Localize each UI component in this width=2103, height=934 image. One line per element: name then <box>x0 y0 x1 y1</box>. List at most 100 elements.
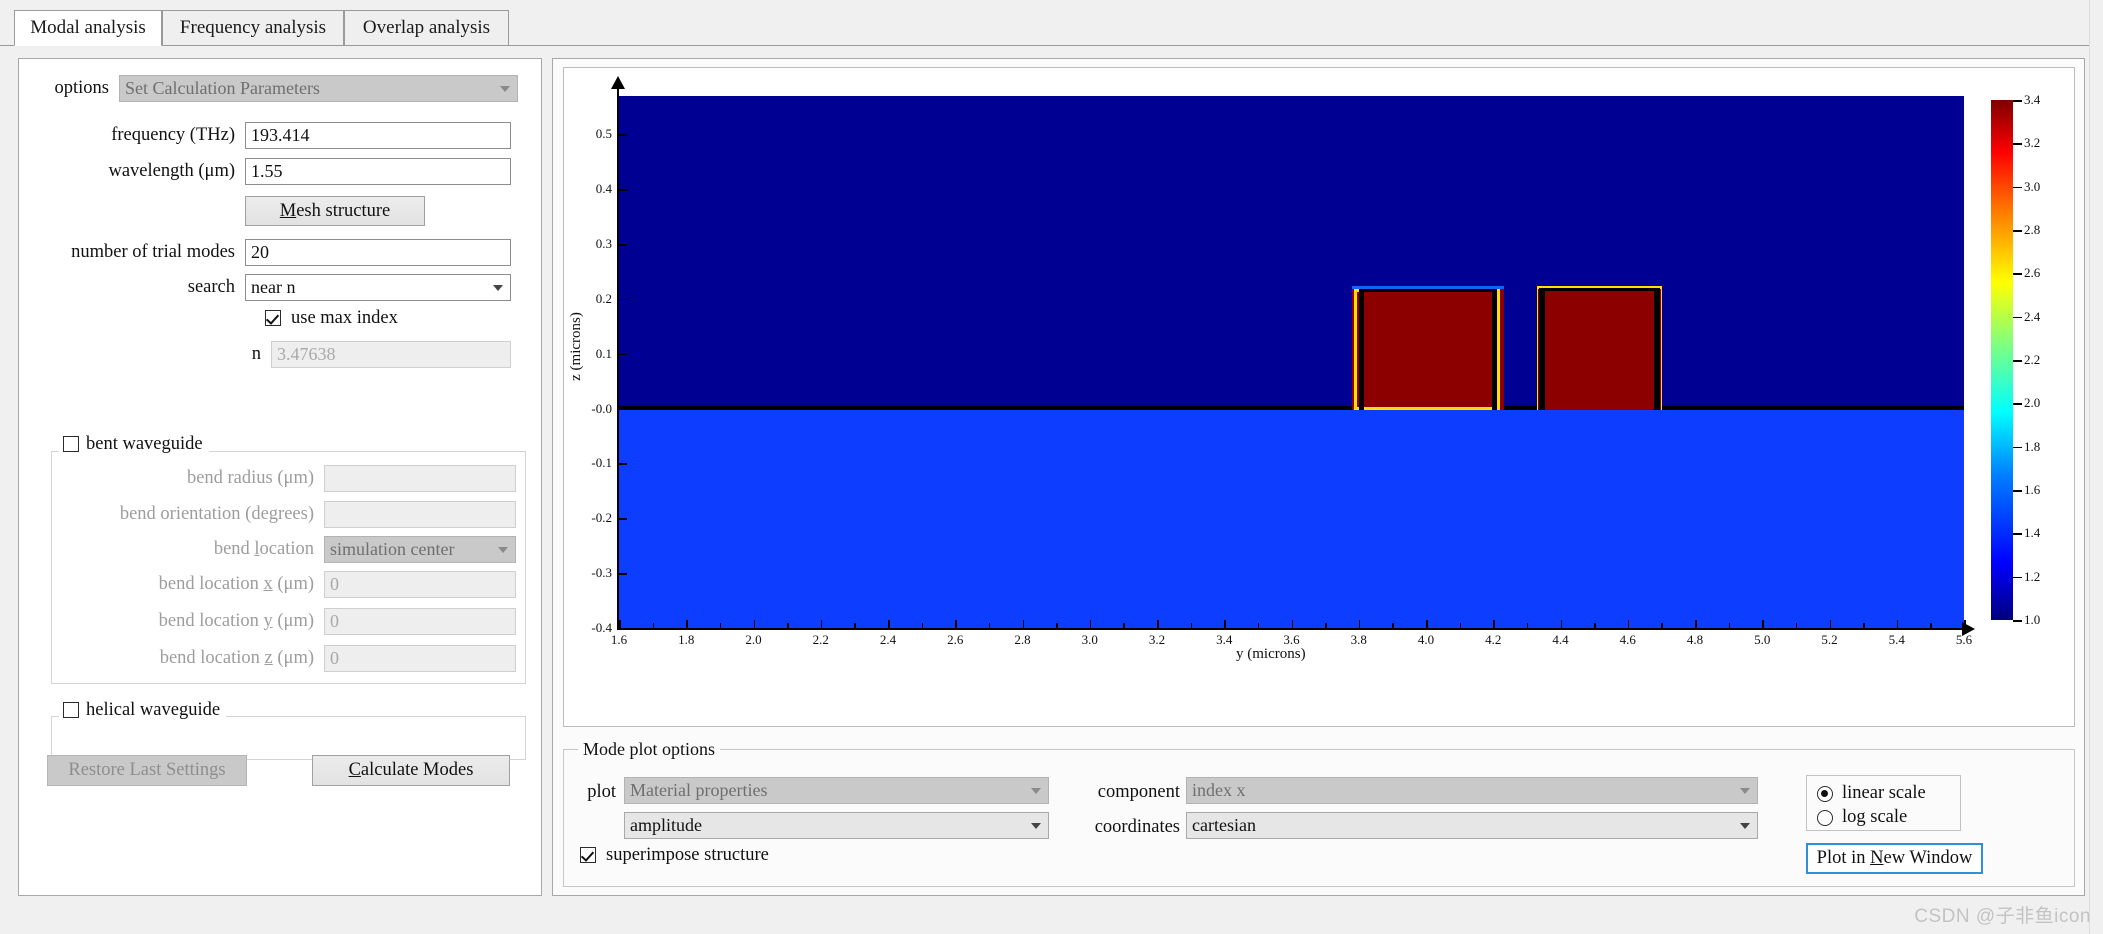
x-tick-label: 5.2 <box>1821 632 1838 647</box>
trial-modes-value: 20 <box>251 242 269 262</box>
waveguide-2-edge-right <box>1654 288 1660 410</box>
helical-waveguide-header[interactable]: helical waveguide <box>59 699 227 721</box>
amplitude-select-value: amplitude <box>630 815 702 835</box>
bent-waveguide-header[interactable]: bent waveguide <box>59 433 209 455</box>
region-cladding-air <box>619 96 1964 409</box>
colorbar-tick-label: 2.4 <box>2024 308 2041 324</box>
tab-modal-analysis-label: Modal analysis <box>30 17 146 38</box>
mesh-structure-button[interactable]: Mesh structure <box>245 196 425 226</box>
plot-select-value: Material properties <box>630 780 768 800</box>
frequency-input[interactable]: 193.414 <box>245 122 511 149</box>
bend-location-row: bend location simulation center <box>59 536 516 563</box>
y-tick <box>617 463 627 465</box>
chevron-down-icon <box>498 546 508 553</box>
log-scale-radio[interactable] <box>1817 809 1833 826</box>
x-tick-label: 5.4 <box>1888 632 1905 647</box>
superimpose-structure-checkbox[interactable] <box>580 847 596 864</box>
use-max-index-row[interactable]: use max index <box>265 309 398 328</box>
colorbar-tick-label: 2.2 <box>2024 352 2041 367</box>
restore-last-settings-button: Restore Last Settings <box>47 755 247 786</box>
coordinates-select[interactable]: cartesian <box>1186 812 1758 839</box>
y-tick <box>617 573 627 575</box>
colorbar-tick <box>2013 533 2022 535</box>
bend-location-select: simulation center <box>324 536 516 563</box>
colorbar-tick-label: 1.6 <box>2024 482 2041 497</box>
x-minor-tick <box>719 623 722 629</box>
helical-waveguide-checkbox[interactable] <box>63 702 79 718</box>
n-value: 3.47638 <box>277 344 336 364</box>
tab-frequency-analysis[interactable]: Frequency analysis <box>162 10 344 46</box>
bend-radius-row: bend radius (μm) <box>59 465 516 492</box>
x-minor-tick <box>921 623 924 629</box>
window-scroll-strip[interactable] <box>2089 0 2103 934</box>
options-label: options <box>54 78 109 99</box>
linear-scale-radio[interactable] <box>1817 785 1833 802</box>
y-axis-arrow-icon <box>611 76 625 89</box>
wavelength-input[interactable]: 1.55 <box>245 158 511 185</box>
x-tick-label: 3.4 <box>1216 632 1233 647</box>
tab-bar: Modal analysis Frequency analysis Overla… <box>0 10 2103 46</box>
options-select-value: Set Calculation Parameters <box>125 78 320 98</box>
use-max-index-checkbox[interactable] <box>265 310 281 327</box>
colorbar-tick-label: 3.4 <box>2024 92 2041 107</box>
y-tick-label: -0.1 <box>591 455 612 471</box>
waveguide-1 <box>1352 286 1504 410</box>
tab-overlap-analysis-label: Overlap analysis <box>362 17 491 38</box>
tab-overlap-analysis[interactable]: Overlap analysis <box>344 10 509 46</box>
bent-waveguide-label: bent waveguide <box>86 433 203 454</box>
x-tick <box>955 620 957 629</box>
linear-scale-option[interactable]: linear scale <box>1817 783 1926 804</box>
x-tick-label: 5.0 <box>1754 632 1771 647</box>
tab-modal-analysis[interactable]: Modal analysis <box>14 10 162 46</box>
plot-in-new-window-button[interactable]: Plot in New Window <box>1806 843 1983 874</box>
waveguide-1-edge-right <box>1492 289 1497 410</box>
frequency-label: frequency (THz) <box>111 125 235 146</box>
plot-in-new-window-label: Plot in New Window <box>1816 848 1973 868</box>
x-minor-tick <box>854 623 856 629</box>
trial-modes-input[interactable]: 20 <box>245 239 511 266</box>
options-select[interactable]: Set Calculation Parameters <box>119 75 518 102</box>
superimpose-structure-label: superimpose structure <box>606 845 769 865</box>
options-row: options Set Calculation Parameters <box>39 75 518 102</box>
x-tick-label: 3.0 <box>1081 632 1098 647</box>
calculate-modes-button[interactable]: Calculate Modes <box>312 755 510 786</box>
search-select[interactable]: near n <box>245 274 511 301</box>
x-tick <box>1964 620 1966 629</box>
colorbar-tick-label: 1.8 <box>2024 438 2041 454</box>
y-tick-label: -0.2 <box>591 510 612 526</box>
use-max-index-label: use max index <box>291 308 398 328</box>
x-minor-tick <box>1257 623 1260 629</box>
bend-location-z-value: 0 <box>330 648 339 668</box>
x-tick <box>1560 620 1562 629</box>
y-tick <box>617 408 627 411</box>
waveguide-2-outline <box>1537 286 1662 410</box>
waveguide-2 <box>1537 286 1662 410</box>
x-tick <box>1358 620 1361 629</box>
y-tick-label: 0.4 <box>595 181 612 197</box>
wavelength-label: wavelength (μm) <box>108 161 235 182</box>
colorbar-tick <box>2013 403 2022 405</box>
colorbar-tick <box>2013 186 2022 189</box>
x-tick <box>686 620 688 629</box>
bend-location-y-label: bend location y (μm) <box>158 611 314 632</box>
component-label: component <box>1097 782 1180 802</box>
bend-orientation-label: bend orientation (degrees) <box>119 504 314 525</box>
colorbar-tick <box>2013 316 2022 319</box>
x-minor-tick <box>1661 623 1663 629</box>
wavelength-value: 1.55 <box>251 161 283 181</box>
bent-waveguide-checkbox[interactable] <box>63 436 79 452</box>
x-minor-tick <box>1526 623 1529 629</box>
amplitude-select[interactable]: amplitude <box>624 812 1049 839</box>
x-tick-label: 5.6 <box>1955 632 1973 647</box>
x-minor-tick <box>1728 623 1731 629</box>
bend-radius-input <box>324 465 516 492</box>
structure-plot[interactable]: -0.4 -0.3 -0.2 -0.1 -0.0 0.1 0.2 0.3 0.4 0.5 1.6 1… <box>564 68 2074 726</box>
y-tick <box>617 353 627 356</box>
log-scale-option[interactable]: log scale <box>1817 807 1907 828</box>
component-select: index x <box>1186 777 1758 804</box>
helical-waveguide-group <box>51 716 526 760</box>
x-tick-label: 4.0 <box>1417 632 1435 647</box>
superimpose-structure-row[interactable]: superimpose structure <box>580 846 769 865</box>
x-tick <box>1829 620 1831 629</box>
bend-radius-label: bend radius (μm) <box>186 468 314 489</box>
